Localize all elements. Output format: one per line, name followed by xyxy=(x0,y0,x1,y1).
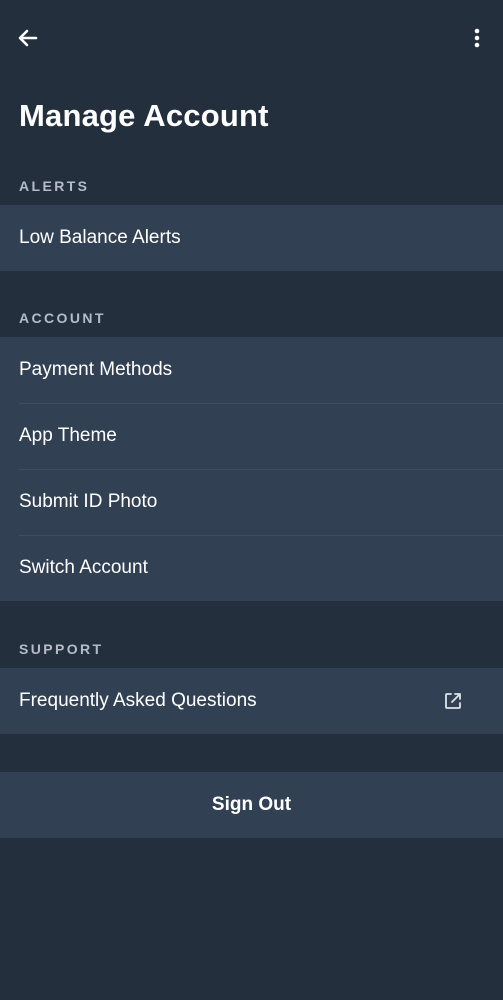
support-group: Frequently Asked Questions xyxy=(0,668,503,734)
menu-item-label: Low Balance Alerts xyxy=(19,227,181,248)
menu-item-submit-id-photo[interactable]: Submit ID Photo xyxy=(0,469,503,535)
sign-out-label: Sign Out xyxy=(211,794,292,815)
sign-out-button[interactable]: Sign Out xyxy=(0,772,503,838)
more-vertical-icon xyxy=(474,28,480,48)
menu-item-label: Submit ID Photo xyxy=(19,491,158,512)
alerts-group: Low Balance Alerts xyxy=(0,205,503,271)
more-options-button[interactable] xyxy=(463,22,491,54)
back-button[interactable] xyxy=(12,22,44,54)
menu-item-label: Switch Account xyxy=(19,557,148,578)
external-link-icon xyxy=(445,693,461,709)
menu-item-app-theme[interactable]: App Theme xyxy=(0,403,503,469)
arrow-left-icon xyxy=(18,29,38,47)
section-header-account: ACCOUNT xyxy=(19,310,106,326)
menu-item-switch-account[interactable]: Switch Account xyxy=(0,535,503,601)
top-app-bar xyxy=(0,0,503,76)
account-group: Payment Methods App Theme Submit ID Phot… xyxy=(0,337,503,601)
section-header-support: SUPPORT xyxy=(19,641,104,657)
menu-item-payment-methods[interactable]: Payment Methods xyxy=(0,337,503,403)
menu-item-low-balance-alerts[interactable]: Low Balance Alerts xyxy=(0,205,503,271)
menu-item-label: Frequently Asked Questions xyxy=(19,690,257,711)
menu-item-faq[interactable]: Frequently Asked Questions xyxy=(0,668,503,734)
section-header-alerts: ALERTS xyxy=(19,178,90,194)
menu-item-label: Payment Methods xyxy=(19,359,173,380)
menu-item-label: App Theme xyxy=(19,425,117,446)
page-title: Manage Account xyxy=(19,98,269,133)
